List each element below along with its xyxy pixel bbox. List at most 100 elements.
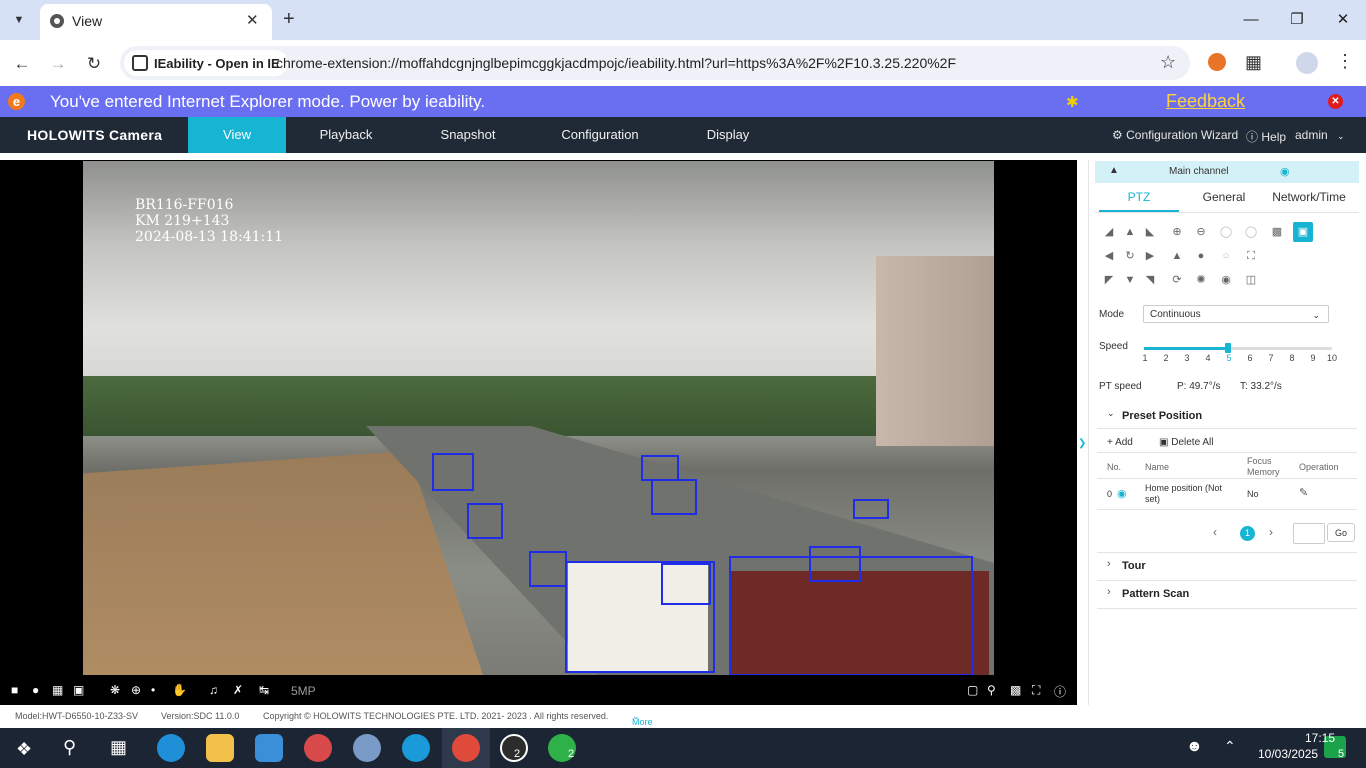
window-layout-icon[interactable]: ■ <box>11 683 18 697</box>
mode-select[interactable]: Continuous ⌄ <box>1143 305 1329 323</box>
light-icon[interactable]: ○ <box>1216 246 1236 266</box>
delete-all-button[interactable]: ▣ Delete All <box>1159 437 1213 448</box>
start-windows-icon[interactable]: ❖ <box>16 739 32 760</box>
tab-ptz[interactable]: PTZ <box>1099 190 1179 204</box>
footer-more-link[interactable]: More ⌄ <box>632 711 653 727</box>
browser-tab[interactable]: View ✕ <box>40 4 272 40</box>
address-bar[interactable]: IEability - Open in IE chrome-extension:… <box>120 46 1190 80</box>
chrome-icon[interactable] <box>452 734 480 762</box>
close-window-button[interactable]: ✕ <box>1320 8 1366 32</box>
next-page-icon[interactable]: › <box>1269 525 1273 539</box>
preset-section-title[interactable]: Preset Position <box>1122 410 1202 422</box>
preset-row[interactable]: 0 ◉ Home position (Not set) No ✎ <box>1097 480 1357 508</box>
focus-assist-icon[interactable]: ⛶ <box>1241 246 1261 266</box>
ptz-left-icon[interactable]: ◀ <box>1099 246 1119 266</box>
fullscreen-icon[interactable]: ⛶ <box>1032 683 1040 698</box>
wiper-icon[interactable]: ✺ <box>1191 270 1211 290</box>
back-button[interactable]: ← <box>10 52 34 76</box>
profile-avatar-icon[interactable] <box>1296 52 1318 74</box>
record-icon[interactable]: ● <box>32 683 39 697</box>
live-video-panel[interactable]: BR116-FF016 KM 219+143 2024-08-13 18:41:… <box>0 160 1077 677</box>
tab-configuration[interactable]: Configuration <box>550 117 650 153</box>
prev-page-icon[interactable]: ‹ <box>1213 525 1217 539</box>
crop-icon[interactable]: ▢ <box>967 683 978 697</box>
pin-panel-icon[interactable]: ▲ <box>1109 165 1119 176</box>
chevron-right-icon[interactable]: › <box>1107 586 1111 598</box>
go-button[interactable]: Go <box>1327 523 1355 542</box>
info-icon[interactable]: ⓘ <box>1054 683 1066 700</box>
pin-icon[interactable]: • <box>151 683 155 697</box>
help-link[interactable]: ⓘ Help <box>1246 128 1286 145</box>
add-preset-button[interactable]: + Add <box>1107 437 1133 448</box>
tab-view[interactable]: View <box>188 117 286 153</box>
extension-chip[interactable]: IEability - Open in IE <box>124 50 288 76</box>
reload-button[interactable]: ↻ <box>82 52 106 76</box>
osd-menu-icon[interactable]: ▩ <box>1267 222 1287 242</box>
url-text[interactable]: chrome-extension://moffahdcgnjnglbepimcg… <box>276 55 956 71</box>
tab-display[interactable]: Display <box>678 117 778 153</box>
restore-button[interactable]: ❐ <box>1274 8 1320 32</box>
focus-near-icon[interactable]: ◯ <box>1216 222 1236 242</box>
iris-open-icon[interactable]: ▲ <box>1167 246 1187 266</box>
forward-button[interactable]: → <box>46 52 70 76</box>
minimize-button[interactable]: — <box>1228 8 1274 32</box>
live-video-frame[interactable]: BR116-FF016 KM 219+143 2024-08-13 18:41:… <box>83 161 994 675</box>
tab-general[interactable]: General <box>1184 190 1264 204</box>
page-number-input[interactable] <box>1293 523 1325 544</box>
call-preset-icon[interactable]: ◉ <box>1117 487 1127 500</box>
ptz-reset-icon[interactable]: ↻ <box>1120 246 1140 266</box>
eye-icon[interactable]: ◉ <box>1280 165 1290 178</box>
ptz-down-right-icon[interactable]: ◥ <box>1140 270 1160 290</box>
microphone-icon[interactable]: ♫ <box>209 683 218 697</box>
ptz-down-icon[interactable]: ▼ <box>1120 270 1140 290</box>
speed-slider-thumb[interactable] <box>1225 343 1231 353</box>
aspect-ratio-icon[interactable]: ▩ <box>1010 683 1021 697</box>
chevron-down-icon[interactable]: ⌄ <box>1107 408 1115 419</box>
network-tool-icon[interactable] <box>353 734 381 762</box>
tab-snapshot[interactable]: Snapshot <box>418 117 518 153</box>
ptz-down-left-icon[interactable]: ◤ <box>1099 270 1119 290</box>
manual-control-icon[interactable]: ✋ <box>172 683 187 697</box>
remote-app-icon[interactable] <box>304 734 332 762</box>
task-view-icon[interactable]: ▦ <box>110 737 127 758</box>
bug-icon[interactable]: ✱ <box>1066 93 1079 111</box>
clock-time[interactable]: 17:15 <box>1285 731 1335 745</box>
audio-mute-icon[interactable]: ✗ <box>233 683 243 697</box>
tab-list-button[interactable]: ▼ <box>8 9 30 31</box>
focus-far-icon[interactable]: ◯ <box>1241 222 1261 242</box>
auto-scan-icon[interactable]: ⟳ <box>1167 270 1187 290</box>
zoom-icon[interactable]: ⚲ <box>987 683 996 697</box>
ptz-right-icon[interactable]: ▶ <box>1140 246 1160 266</box>
zoom-out-icon[interactable]: ⊖ <box>1191 222 1211 242</box>
people-icon[interactable]: ☻ <box>1186 738 1203 756</box>
panel-collapse-handle[interactable]: ❯ <box>1078 438 1086 449</box>
stream-settings-icon[interactable]: ❋ <box>110 683 120 697</box>
iris-close-icon[interactable]: ● <box>1191 246 1211 266</box>
tab-network-time[interactable]: Network/Time <box>1269 190 1349 204</box>
feedback-link[interactable]: Feedback <box>1166 91 1245 112</box>
configuration-wizard-link[interactable]: ⚙ Configuration Wizard <box>1112 128 1238 142</box>
close-tab-icon[interactable]: ✕ <box>246 11 259 29</box>
ptz-up-right-icon[interactable]: ◣ <box>1140 222 1160 242</box>
target-icon[interactable]: ⊕ <box>131 683 141 697</box>
chevron-up-icon[interactable]: ⌃ <box>1224 738 1236 755</box>
bookmark-star-icon[interactable]: ☆ <box>1160 52 1176 73</box>
current-page[interactable]: 1 <box>1240 526 1255 541</box>
browser-app-icon[interactable] <box>402 734 430 762</box>
ptz-up-icon[interactable]: ▲ <box>1120 222 1140 242</box>
zoom-in-icon[interactable]: ⊕ <box>1167 222 1187 242</box>
dual-view-icon[interactable]: ◫ <box>1241 270 1261 290</box>
ptz-up-left-icon[interactable]: ◢ <box>1099 222 1119 242</box>
edge-icon[interactable] <box>157 734 185 762</box>
pattern-scan-section-title[interactable]: Pattern Scan <box>1122 588 1189 600</box>
browser-menu-icon[interactable]: ⋮ <box>1336 51 1354 72</box>
chevron-right-icon[interactable]: › <box>1107 558 1111 570</box>
extensions-puzzle-icon[interactable]: ▦ <box>1245 52 1262 73</box>
tab-playback[interactable]: Playback <box>296 117 396 153</box>
control-panel-icon[interactable] <box>255 734 283 762</box>
new-tab-button[interactable]: + <box>283 8 295 31</box>
close-banner-icon[interactable]: ✕ <box>1328 94 1343 109</box>
area-zoom-icon[interactable]: ▣ <box>1293 222 1313 242</box>
search-icon[interactable]: ⚲ <box>63 737 76 758</box>
grid-icon[interactable]: ▦ <box>52 683 63 697</box>
